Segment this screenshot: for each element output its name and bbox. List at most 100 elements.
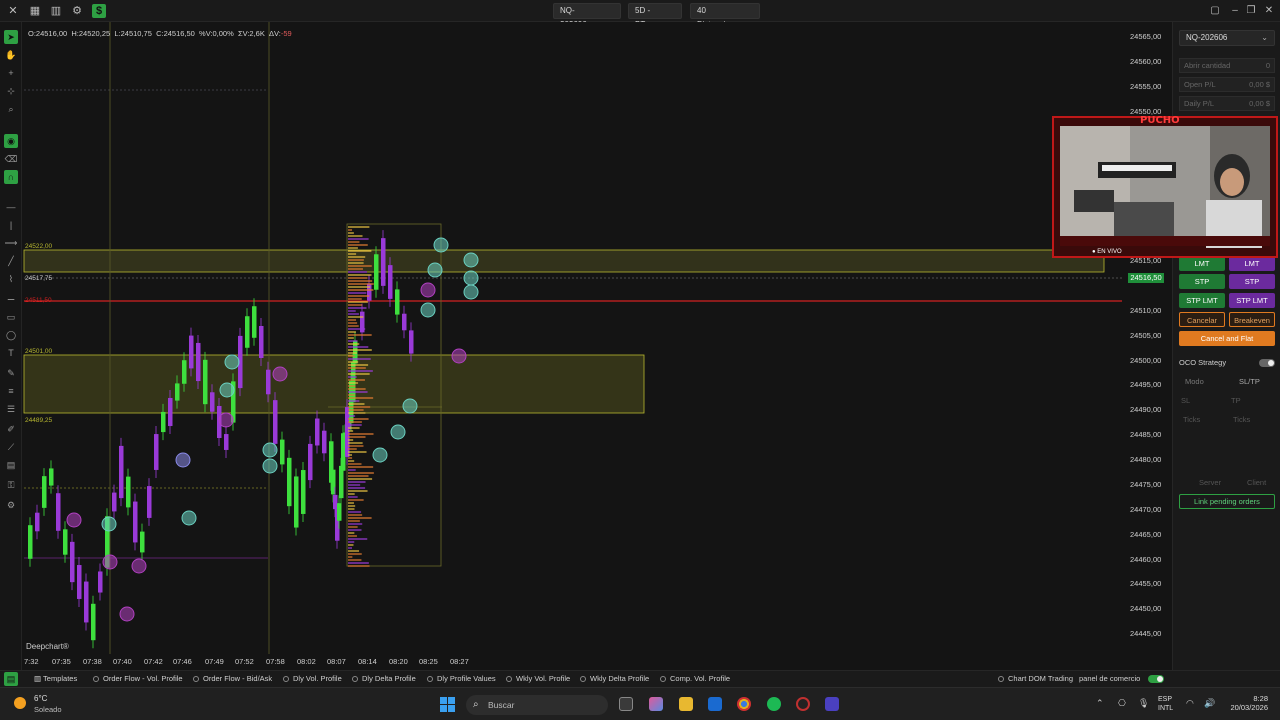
sell-stp-button[interactable]: STP — [1229, 274, 1275, 289]
mode-select[interactable]: SL/TP — [1239, 377, 1260, 386]
template-tab[interactable]: Dly Vol. Profile — [283, 674, 342, 683]
template-tab[interactable]: Dly Delta Profile — [352, 674, 416, 683]
templates-button[interactable]: ▥ Templates — [34, 674, 77, 683]
taskbar-search[interactable]: ⌕ Buscar — [466, 695, 608, 715]
supply-zone — [23, 249, 1105, 273]
cursor-icon[interactable]: ➤ — [4, 30, 18, 44]
pencil-icon[interactable]: ✎ — [4, 366, 18, 380]
chart-dom-trading-option[interactable]: Chart DOM Trading — [998, 674, 1073, 683]
chart-dom-label: Chart DOM Trading — [1008, 674, 1074, 683]
sell-stp-lmt-button[interactable]: STP LMT — [1229, 293, 1275, 308]
buy-stp-button[interactable]: STP — [1179, 274, 1225, 289]
layers-icon[interactable]: ▤ — [4, 458, 18, 472]
obs-icon[interactable] — [796, 697, 810, 711]
timeframe-dropdown[interactable]: 5D - BT⌄ — [628, 3, 682, 29]
oco-toggle[interactable] — [1259, 359, 1275, 367]
order-bubble — [181, 510, 197, 526]
gear-icon[interactable]: ⚙ — [70, 4, 84, 18]
spotify-icon[interactable] — [767, 697, 781, 711]
cancel-and-flat-button[interactable]: Cancel and Flat — [1179, 331, 1275, 346]
wifi-icon[interactable]: ◠ — [1186, 698, 1194, 709]
tray-chevron-icon[interactable]: ⌃ — [1096, 698, 1104, 709]
ellipse-icon[interactable]: ◯ — [4, 328, 18, 342]
store-icon[interactable] — [708, 697, 722, 711]
zoom-icon[interactable]: ⌕ — [4, 102, 18, 116]
price-tick: 24495,00 — [1130, 380, 1162, 389]
text-icon[interactable]: T — [4, 346, 18, 360]
quantity-field[interactable]: Abrir cantidad 0 — [1179, 58, 1275, 73]
candle-body — [189, 335, 194, 369]
client-radio[interactable]: Client — [1247, 478, 1266, 487]
template-tab[interactable]: Wkly Delta Profile — [580, 674, 649, 683]
file-explorer-icon[interactable] — [679, 697, 693, 711]
window-close-icon[interactable]: ✕ — [1262, 4, 1276, 18]
oco-label: OCO Strategy — [1179, 358, 1227, 367]
price-chart[interactable]: 24522,00 24517,75 24511,50 24501,00 2448… — [22, 22, 1126, 670]
trading-panel-toggle[interactable] — [1148, 675, 1164, 683]
minimize-icon[interactable]: – — [1228, 4, 1242, 18]
settings-icon[interactable]: ⚙ — [4, 498, 18, 512]
horizontal-line-icon[interactable]: — — [4, 200, 18, 214]
copilot-icon[interactable] — [649, 697, 663, 711]
template-tab[interactable]: Comp. Vol. Profile — [660, 674, 730, 683]
sell-lmt-button[interactable]: LMT — [1229, 256, 1275, 271]
rectangle-icon[interactable]: ▭ — [4, 310, 18, 324]
sun-icon — [14, 697, 26, 709]
template-tab[interactable]: Order Flow - Bid/Ask — [193, 674, 272, 683]
language-indicator[interactable]: ESP INTL — [1158, 695, 1173, 713]
fib-icon[interactable]: ☰ — [4, 402, 18, 416]
magnet-icon[interactable]: ∩ — [4, 170, 18, 184]
symbol-dropdown[interactable]: NQ-202606⌄ — [553, 3, 621, 29]
lock-icon[interactable]: ⚿ — [4, 478, 18, 492]
restore-panel-icon[interactable]: ▢ — [1208, 4, 1222, 18]
path-icon[interactable]: ⌇ — [4, 272, 18, 286]
candle-body — [294, 476, 299, 528]
pattern-icon[interactable]: ⟋ — [4, 440, 18, 454]
trading-app-icon[interactable] — [825, 697, 839, 711]
measure-icon[interactable]: ⊹ — [4, 84, 18, 98]
panel-toggle-icon[interactable]: ▤ — [4, 672, 18, 686]
template-tab[interactable]: Wkly Vol. Profile — [506, 674, 570, 683]
microphone-icon[interactable]: 🎙 — [1138, 698, 1149, 709]
system-clock[interactable]: 8:28 20/03/2026 — [1228, 694, 1268, 712]
crosshair-icon[interactable]: + — [4, 66, 18, 80]
ray-icon[interactable]: ⟶ — [4, 236, 18, 250]
windows-start-icon[interactable] — [440, 697, 456, 713]
network-tray-icon[interactable]: ⎔ — [1118, 698, 1126, 709]
eye-icon[interactable]: ◉ — [4, 134, 18, 148]
weather-temperature[interactable]: 6°C — [34, 694, 47, 703]
candle-body — [402, 313, 407, 331]
volume-icon[interactable]: 🔊 — [1204, 698, 1215, 709]
distance-dropdown[interactable]: 40 Distancia⌄ — [690, 3, 760, 29]
close-icon[interactable]: ✕ — [6, 4, 20, 18]
candle-body — [266, 369, 271, 395]
hand-icon[interactable]: ✋ — [4, 48, 18, 62]
cancel-button[interactable]: Cancelar — [1179, 312, 1225, 327]
vertical-line-icon[interactable]: | — [4, 218, 18, 232]
buy-stp-lmt-button[interactable]: STP LMT — [1179, 293, 1225, 308]
layout-icon[interactable]: ▦ — [28, 4, 42, 18]
template-tab[interactable]: Dly Profile Values — [427, 674, 496, 683]
server-radio[interactable]: Server — [1199, 478, 1221, 487]
account-symbol-dropdown[interactable]: NQ-202606 ⌄ — [1179, 30, 1275, 46]
list-icon[interactable]: ≡ — [4, 384, 18, 398]
dollar-icon[interactable]: $ — [92, 4, 106, 18]
time-tick: 7:32 — [24, 657, 39, 666]
bar-chart-icon[interactable]: ▥ — [49, 4, 63, 18]
brush-icon[interactable]: ✐ — [4, 422, 18, 436]
buy-lmt-button[interactable]: LMT — [1179, 256, 1225, 271]
order-bubble — [224, 354, 240, 370]
template-tab[interactable]: Order Flow - Vol. Profile — [93, 674, 183, 683]
template-tab-label: Order Flow - Vol. Profile — [103, 674, 183, 683]
task-view-icon[interactable] — [619, 697, 633, 711]
ruler-icon[interactable]: ⚊ — [4, 290, 18, 304]
trendline-icon[interactable]: ╱ — [4, 254, 18, 268]
quantity-value: 0 — [1265, 61, 1270, 70]
maximize-icon[interactable]: ❐ — [1244, 4, 1258, 18]
candle-body — [84, 581, 89, 623]
chrome-icon[interactable] — [737, 697, 751, 711]
breakeven-button[interactable]: Breakeven — [1229, 312, 1275, 327]
eraser-icon[interactable]: ⌫ — [4, 152, 18, 166]
daily-pl-value: 0,00 $ — [1249, 99, 1270, 108]
link-pending-orders-button[interactable]: Link pending orders — [1179, 494, 1275, 509]
